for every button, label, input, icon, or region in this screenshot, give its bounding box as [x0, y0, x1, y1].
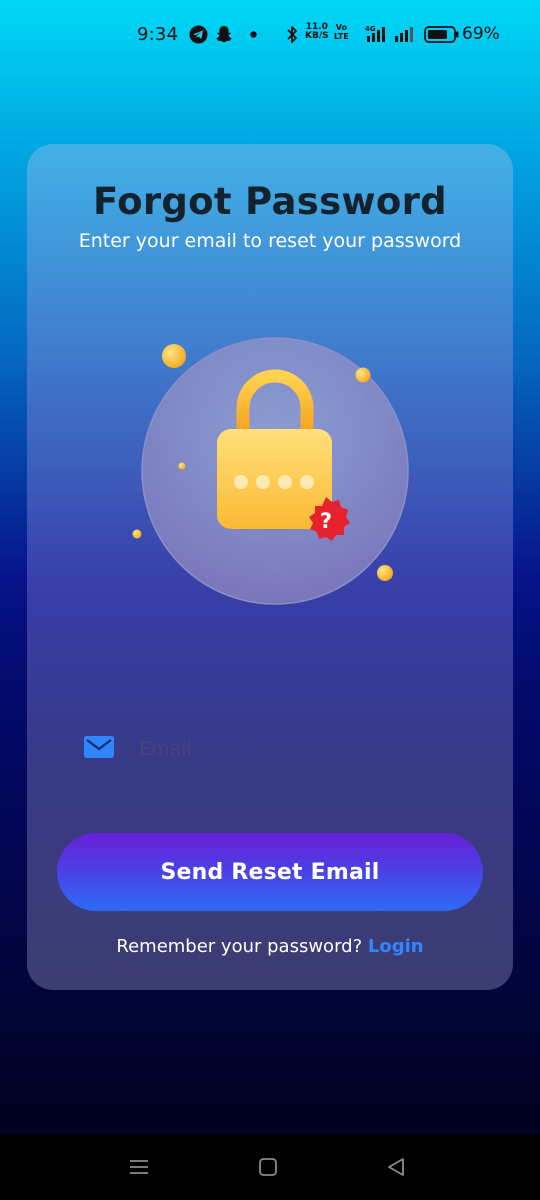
home-icon[interactable]	[257, 1156, 279, 1178]
signal-icon: 4G	[365, 25, 385, 42]
lock-illustration: ?	[132, 337, 409, 605]
page-subtitle: Enter your email to reset your password	[78, 230, 462, 252]
volte-top: Vo	[335, 23, 347, 32]
envelope-icon	[84, 736, 114, 758]
email-input[interactable]	[139, 734, 459, 764]
status-time: 9:34	[137, 24, 179, 45]
remember-password-text: Remember your password?	[116, 936, 363, 957]
decor-ball	[178, 462, 186, 470]
send-reset-email-button[interactable]: Send Reset Email	[57, 833, 483, 911]
bluetooth-icon	[287, 26, 297, 43]
dot-icon	[250, 31, 257, 38]
volte-indicator: Vo LTE	[334, 23, 349, 41]
page-title: Forgot Password	[93, 180, 447, 223]
status-bar: 9:34 11.0 KB/S Vo LTE 4G 69%	[0, 0, 540, 70]
signal-2-icon	[395, 27, 413, 42]
network-speed: 11.0 KB/S	[305, 23, 329, 41]
decor-ball	[132, 529, 142, 539]
remember-password-row: Remember your password? Login	[27, 936, 513, 957]
decor-ball	[377, 565, 393, 581]
decor-ball	[355, 367, 371, 383]
svg-text:4G: 4G	[365, 25, 376, 33]
snapchat-icon	[216, 26, 232, 43]
login-link[interactable]: Login	[368, 936, 424, 957]
decor-ball	[162, 344, 186, 368]
volte-bottom: LTE	[334, 32, 349, 41]
battery-percent: 69%	[462, 24, 500, 44]
back-icon[interactable]	[385, 1156, 407, 1178]
battery-icon	[424, 26, 459, 43]
network-speed-unit: KB/S	[305, 31, 329, 41]
forgot-password-card: Forgot Password Enter your email to rese…	[27, 144, 513, 990]
telegram-icon	[189, 25, 208, 44]
email-field-row	[83, 734, 463, 764]
system-navigation-bar	[0, 1134, 540, 1200]
menu-icon[interactable]	[128, 1156, 150, 1178]
svg-text:?: ?	[320, 509, 332, 533]
